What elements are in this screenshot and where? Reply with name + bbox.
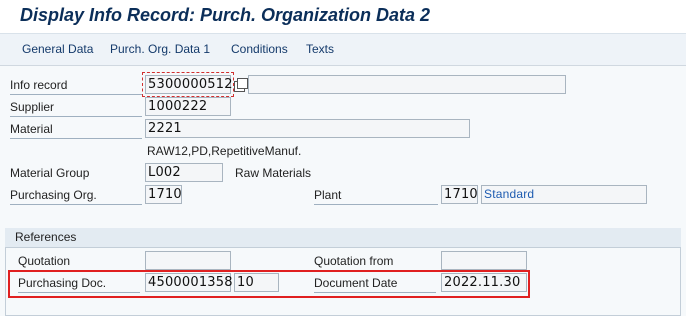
supplier-label: Supplier — [10, 98, 142, 117]
material-group-label: Material Group — [10, 166, 90, 180]
purchasing-doc-field[interactable]: 4500001358 — [145, 273, 233, 292]
references-title: References — [15, 230, 77, 244]
supplier-field[interactable]: 1000222 — [145, 97, 231, 116]
quotation-label: Quotation — [18, 254, 71, 268]
copy-icon[interactable] — [234, 78, 248, 92]
plant-description-field: Standard — [481, 185, 647, 204]
plant-field[interactable]: 1710 — [441, 185, 478, 204]
info-record-label: Info record — [10, 76, 142, 95]
info-record-field[interactable]: 5300000512 — [145, 75, 233, 94]
title-bar: Display Info Record: Purch. Organization… — [0, 0, 686, 34]
tab-texts[interactable]: Texts — [306, 42, 334, 56]
tab-bar: General Data Purch. Org. Data 1 Conditio… — [0, 34, 686, 66]
tab-general-data[interactable]: General Data — [22, 42, 93, 56]
quotation-from-field[interactable] — [441, 251, 527, 270]
purch-org-field[interactable]: 1710 — [145, 185, 182, 204]
material-group-field[interactable]: L002 — [145, 163, 223, 182]
references-header: References — [5, 228, 681, 248]
tab-conditions[interactable]: Conditions — [231, 42, 288, 56]
material-description: RAW12,PD,RepetitiveManuf. — [147, 144, 302, 158]
purch-org-label: Purchasing Org. — [10, 186, 142, 205]
material-field[interactable]: 2221 — [145, 119, 470, 138]
info-record-description-field — [248, 75, 566, 94]
material-group-description: Raw Materials — [235, 166, 312, 180]
quotation-field[interactable] — [145, 251, 231, 270]
document-date-label: Document Date — [314, 274, 436, 293]
page-title: Display Info Record: Purch. Organization… — [20, 5, 431, 25]
purchasing-doc-label: Purchasing Doc. — [18, 274, 140, 293]
material-label: Material — [10, 120, 142, 139]
purchasing-doc-item-field[interactable]: 10 — [234, 273, 279, 292]
quotation-from-label: Quotation from — [314, 254, 394, 268]
tab-purch-org-data-1[interactable]: Purch. Org. Data 1 — [110, 42, 210, 56]
plant-label: Plant — [314, 186, 438, 205]
document-date-field[interactable]: 2022.11.30 — [441, 273, 527, 292]
